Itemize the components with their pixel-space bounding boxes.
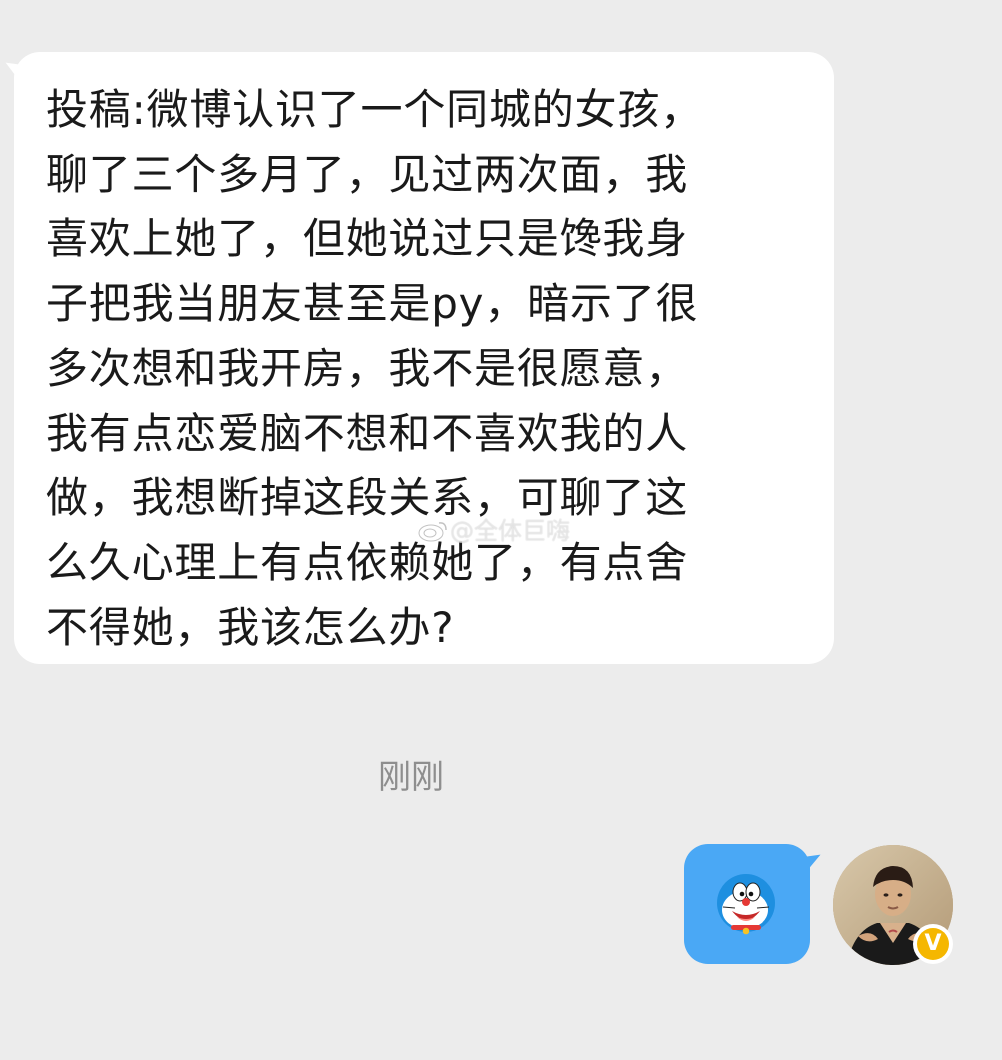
watermark: @全体巨嗨 bbox=[418, 511, 570, 551]
verified-badge: V bbox=[913, 924, 953, 964]
incoming-message-bubble[interactable]: 投稿:微博认识了一个同城的女孩， 聊了三个多月了，见过两次面，我 喜欢上她了，但… bbox=[14, 52, 834, 664]
verified-badge-label: V bbox=[917, 928, 949, 960]
doraemon-sticker-icon bbox=[717, 874, 775, 935]
incoming-message-text: 投稿:微博认识了一个同城的女孩， 聊了三个多月了，见过两次面，我 喜欢上她了，但… bbox=[46, 85, 703, 652]
watermark-text: @全体巨嗨 bbox=[450, 517, 570, 545]
outgoing-sticker-bubble[interactable] bbox=[684, 844, 810, 964]
message-timestamp: 刚刚 bbox=[378, 757, 444, 796]
weibo-icon bbox=[418, 522, 447, 542]
